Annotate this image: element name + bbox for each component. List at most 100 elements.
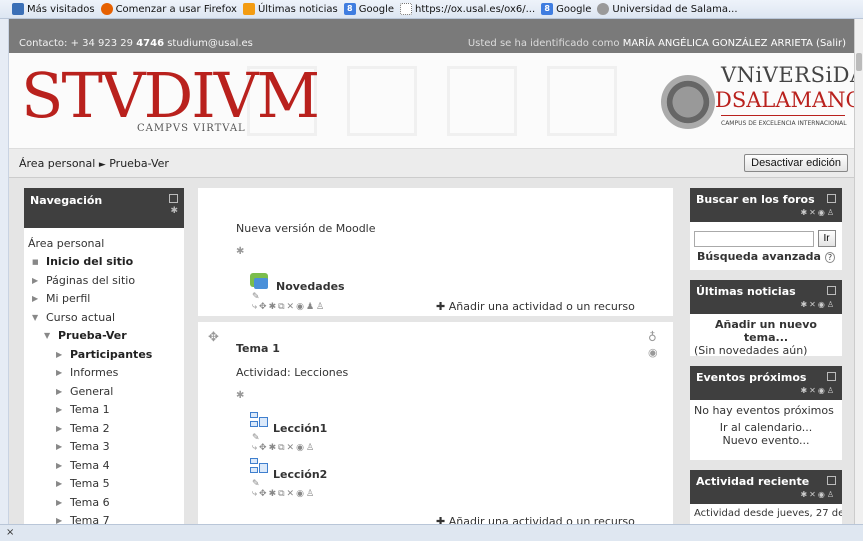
bookmark-google-1[interactable]: 8 Google bbox=[343, 3, 394, 15]
block-edit-icons[interactable]: ✱✕◉♙ bbox=[800, 490, 836, 499]
recent-activity-title: Actividad reciente bbox=[696, 475, 810, 488]
block-edit-icons[interactable]: ✱✕◉♙ bbox=[800, 208, 836, 217]
nav-item[interactable]: ▶ Mi perfil bbox=[28, 290, 184, 309]
collapse-block-icon[interactable] bbox=[169, 194, 178, 203]
nav-item[interactable]: ■ Inicio del sitio bbox=[28, 253, 184, 272]
university-divider bbox=[721, 115, 845, 116]
navigation-block-title: Navegación bbox=[30, 194, 103, 207]
add-activity-link[interactable]: ✚ Añadir una actividad o un recurso bbox=[436, 300, 635, 313]
page-icon bbox=[400, 3, 413, 15]
site-header: STVDIVM CAMPVS VIRTVAL VNiVERSiDAD DSALA… bbox=[9, 53, 854, 148]
nav-item-label: Páginas del sitio bbox=[46, 273, 136, 287]
help-icon[interactable]: ? bbox=[824, 252, 836, 263]
search-forums-block: Buscar en los foros ✱✕◉♙ Ir Búsqueda ava… bbox=[690, 188, 842, 270]
search-go-button[interactable]: Ir bbox=[817, 230, 836, 247]
vertical-scrollbar[interactable] bbox=[854, 19, 863, 524]
login-info: Usted se ha identificado como MARÍA ANGÉ… bbox=[467, 37, 846, 49]
nav-item[interactable]: ▼ Prueba-Ver bbox=[28, 327, 184, 346]
bookmark-ultimas-noticias[interactable]: Últimas noticias bbox=[242, 3, 338, 15]
bookmark-firefox[interactable]: Comenzar a usar Firefox bbox=[100, 3, 237, 15]
nav-item[interactable]: ▶ Tema 4 bbox=[28, 456, 184, 475]
find-bar: × bbox=[0, 524, 863, 541]
breadcrumb-bar: Área personal ► Prueba-Ver Desactivar ed… bbox=[9, 148, 854, 178]
bookmark-universidad[interactable]: Universidad de Salama... bbox=[597, 3, 738, 15]
user-name-link[interactable]: MARÍA ANGÉLICA GONZÁLEZ ARRIETA bbox=[623, 38, 813, 49]
bookmarks-toolbar: Más visitados Comenzar a usar Firefox Úl… bbox=[0, 0, 863, 19]
advanced-search-link[interactable]: Búsqueda avanzada ? bbox=[694, 250, 838, 263]
nav-item-label: Área personal bbox=[28, 236, 105, 250]
collapse-block-icon[interactable] bbox=[827, 476, 836, 485]
search-forums-input[interactable] bbox=[694, 230, 814, 247]
upcoming-events-header: Eventos próximos ✱✕◉♙ bbox=[690, 366, 842, 400]
logout-link[interactable]: (Salir) bbox=[813, 38, 846, 49]
nav-item[interactable]: ▶ Páginas del sitio bbox=[28, 271, 184, 290]
breadcrumb-separator-icon: ► bbox=[98, 159, 106, 170]
university-name-line2: DSALAMANCA bbox=[715, 88, 854, 112]
nav-item[interactable]: ▶ Tema 5 bbox=[28, 475, 184, 494]
hide-section-eye-icon[interactable]: ◉ bbox=[648, 346, 658, 359]
breadcrumb: Área personal ► Prueba-Ver bbox=[19, 157, 169, 170]
nav-item-label: Mi perfil bbox=[46, 292, 91, 306]
bookmark-google-2[interactable]: 8 Google bbox=[541, 3, 591, 15]
collapse-block-icon[interactable] bbox=[827, 372, 836, 381]
university-icon bbox=[597, 3, 610, 15]
go-to-calendar-link[interactable]: Ir al calendario... bbox=[694, 421, 838, 434]
contact-bar: Contacto: + 34 923 29 4746 studium@usal.… bbox=[9, 33, 854, 53]
bookmark-ox-usal[interactable]: https://ox.usal.es/ox6/... bbox=[400, 3, 535, 15]
bullet-icon: ■ bbox=[32, 257, 39, 266]
block-edit-icons[interactable]: ✱✕◉♙ bbox=[800, 386, 836, 395]
move-section-icon[interactable]: ✥ bbox=[208, 330, 219, 345]
studium-logo[interactable]: STVDIVM bbox=[21, 61, 320, 131]
nav-item[interactable]: ▶ Tema 2 bbox=[28, 419, 184, 438]
toggle-edit-button[interactable]: Desactivar edición bbox=[744, 154, 848, 172]
nav-item-label: Inicio del sitio bbox=[46, 255, 134, 269]
nav-item-label: Curso actual bbox=[46, 310, 116, 324]
nav-item-label: Prueba-Ver bbox=[58, 329, 127, 343]
breadcrumb-home[interactable]: Área personal bbox=[19, 157, 95, 170]
activity-edit-icons[interactable]: ✎ ⤷✥✱⧉✕◉♟♙ bbox=[252, 292, 326, 312]
edit-summary-gear-icon[interactable]: ✱ bbox=[236, 246, 244, 257]
close-find-bar-icon[interactable]: × bbox=[6, 527, 14, 538]
activity-edit-icons[interactable]: ✎ ⤷✥✱⧉✕◉♙ bbox=[252, 433, 316, 453]
university-seal-icon bbox=[661, 75, 715, 129]
nav-item[interactable]: ▶ Informes bbox=[28, 364, 184, 383]
nav-item[interactable]: ▶ General bbox=[28, 382, 184, 401]
nav-item-label: Participantes bbox=[70, 347, 153, 361]
collapsed-arrow-icon: ▶ bbox=[56, 368, 63, 378]
collapsed-arrow-icon: ▶ bbox=[56, 423, 63, 433]
latest-news-title: Últimas noticias bbox=[696, 285, 796, 298]
add-plus-icon: ✚ bbox=[436, 300, 449, 313]
recent-activity-since: Actividad desde jueves, 27 de bbox=[694, 508, 842, 519]
recent-activity-block: Actividad reciente ✱✕◉♙ Actividad desde … bbox=[690, 470, 842, 524]
scrollbar-thumb[interactable] bbox=[856, 53, 862, 71]
bookmark-mas-visitados[interactable]: Más visitados bbox=[12, 3, 95, 15]
nav-item[interactable]: Área personal bbox=[28, 234, 184, 253]
expanded-arrow-icon: ▼ bbox=[32, 312, 39, 322]
header-top-strip bbox=[9, 19, 854, 33]
add-new-topic-link[interactable]: Añadir un nuevo tema... bbox=[694, 318, 838, 344]
new-event-link[interactable]: Nuevo evento... bbox=[694, 434, 838, 447]
navigation-block-header: Navegación ✱ bbox=[24, 188, 184, 228]
recent-activity-body: Actividad desde jueves, 27 de bbox=[690, 504, 842, 523]
collapse-block-icon[interactable] bbox=[827, 286, 836, 295]
collapse-block-icon[interactable] bbox=[827, 194, 836, 203]
navigation-block: Navegación ✱ Área personal ■ Inicio del si… bbox=[24, 188, 184, 527]
highlight-bulb-icon[interactable]: ♁ bbox=[648, 330, 657, 344]
activity-edit-icons[interactable]: ✎ ⤷✥✱⧉✕◉♙ bbox=[252, 479, 316, 499]
rss-icon bbox=[242, 3, 255, 15]
nav-item[interactable]: ▶ Tema 1 bbox=[28, 401, 184, 420]
breadcrumb-current[interactable]: Prueba-Ver bbox=[109, 157, 169, 170]
nav-item[interactable]: ▼ Curso actual bbox=[28, 308, 184, 327]
block-gear-icon[interactable]: ✱ bbox=[170, 206, 178, 216]
block-edit-icons[interactable]: ✱✕◉♙ bbox=[800, 300, 836, 309]
nav-item[interactable]: ▶ Participantes bbox=[28, 345, 184, 364]
nav-item[interactable]: ▶ Tema 3 bbox=[28, 438, 184, 457]
nav-item[interactable]: ▶ Tema 6 bbox=[28, 493, 184, 512]
search-forums-header: Buscar en los foros ✱✕◉♙ bbox=[690, 188, 842, 222]
upcoming-events-body: No hay eventos próximos Ir al calendario… bbox=[690, 400, 842, 451]
section-title: Tema 1 bbox=[236, 342, 280, 355]
edit-summary-gear-icon[interactable]: ✱ bbox=[236, 390, 244, 401]
university-name-line1: VNiVERSiDAD bbox=[721, 63, 854, 87]
collapsed-arrow-icon: ▶ bbox=[32, 275, 39, 285]
nav-item-label: Tema 1 bbox=[70, 403, 110, 417]
